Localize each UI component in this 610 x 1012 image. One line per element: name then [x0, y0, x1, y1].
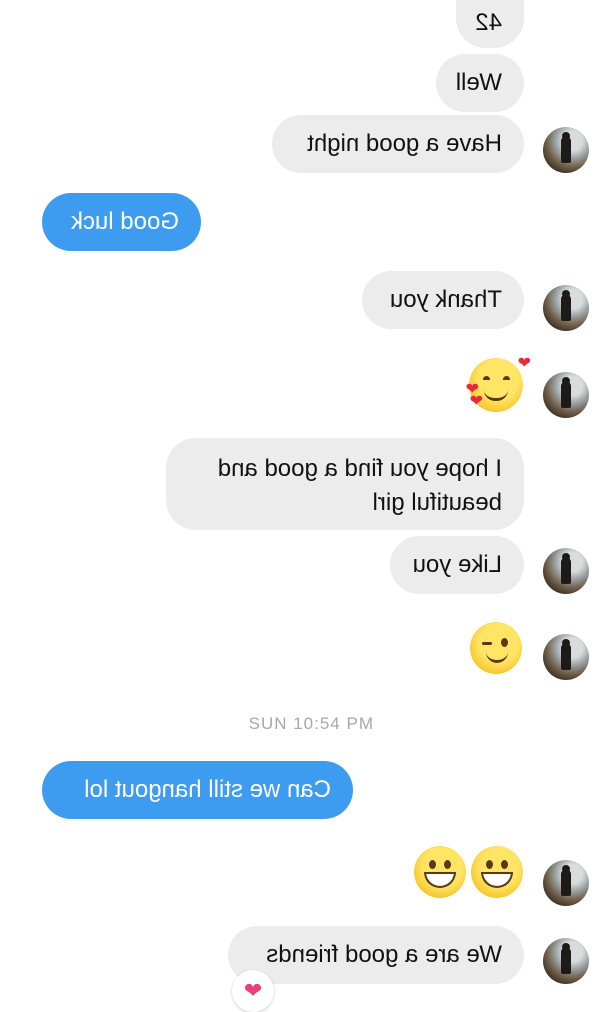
winking-face-emoji[interactable] [470, 622, 522, 674]
message-text: We are a good friends [266, 941, 502, 968]
grinning-face-emoji[interactable] [414, 846, 466, 898]
message-text: 42 [475, 9, 502, 36]
message-text: Can we still hangout lol [84, 776, 331, 803]
contact-avatar[interactable] [543, 285, 589, 331]
contact-avatar[interactable] [543, 938, 589, 984]
contact-avatar[interactable] [543, 634, 589, 680]
message-bubble-incoming[interactable]: Have a good night [272, 115, 524, 173]
heart-reaction-icon[interactable]: ❤ [232, 970, 274, 1012]
message-bubble-outgoing[interactable]: Can we still hangout lol [42, 761, 353, 819]
contact-avatar[interactable] [543, 548, 589, 594]
contact-avatar[interactable] [543, 372, 589, 418]
message-bubble-outgoing[interactable]: Good luck [42, 193, 201, 251]
message-bubble-incoming[interactable]: We are a good friends [228, 926, 524, 984]
message-bubble-incoming[interactable]: Well [436, 54, 524, 112]
message-bubble-incoming[interactable]: Like you [390, 536, 524, 594]
message-text: Have a good night [307, 130, 502, 157]
contact-avatar[interactable] [543, 860, 589, 906]
message-timestamp: SUN 10:54 PM [249, 714, 374, 734]
message-bubble-incoming[interactable]: 42 [456, 0, 524, 48]
message-text: Good luck [70, 208, 179, 235]
message-text: Like you [412, 551, 502, 578]
message-bubble-incoming[interactable]: Thank you [362, 271, 524, 329]
timestamp-text: SUN 10:54 PM [248, 714, 374, 733]
grinning-face-emoji[interactable] [471, 846, 523, 898]
message-text: I hope you find a good and beautiful gir… [217, 455, 502, 516]
message-text: Well [455, 69, 502, 96]
chat-thread: 42 Well Have a good night Good luck Than… [0, 0, 610, 1012]
message-text: Thank you [389, 286, 502, 313]
smiling-face-with-hearts-emoji[interactable]: ❤ ❤ ❤ [466, 355, 531, 412]
message-bubble-incoming[interactable]: I hope you find a good and beautiful gir… [166, 438, 524, 530]
contact-avatar[interactable] [543, 127, 589, 173]
